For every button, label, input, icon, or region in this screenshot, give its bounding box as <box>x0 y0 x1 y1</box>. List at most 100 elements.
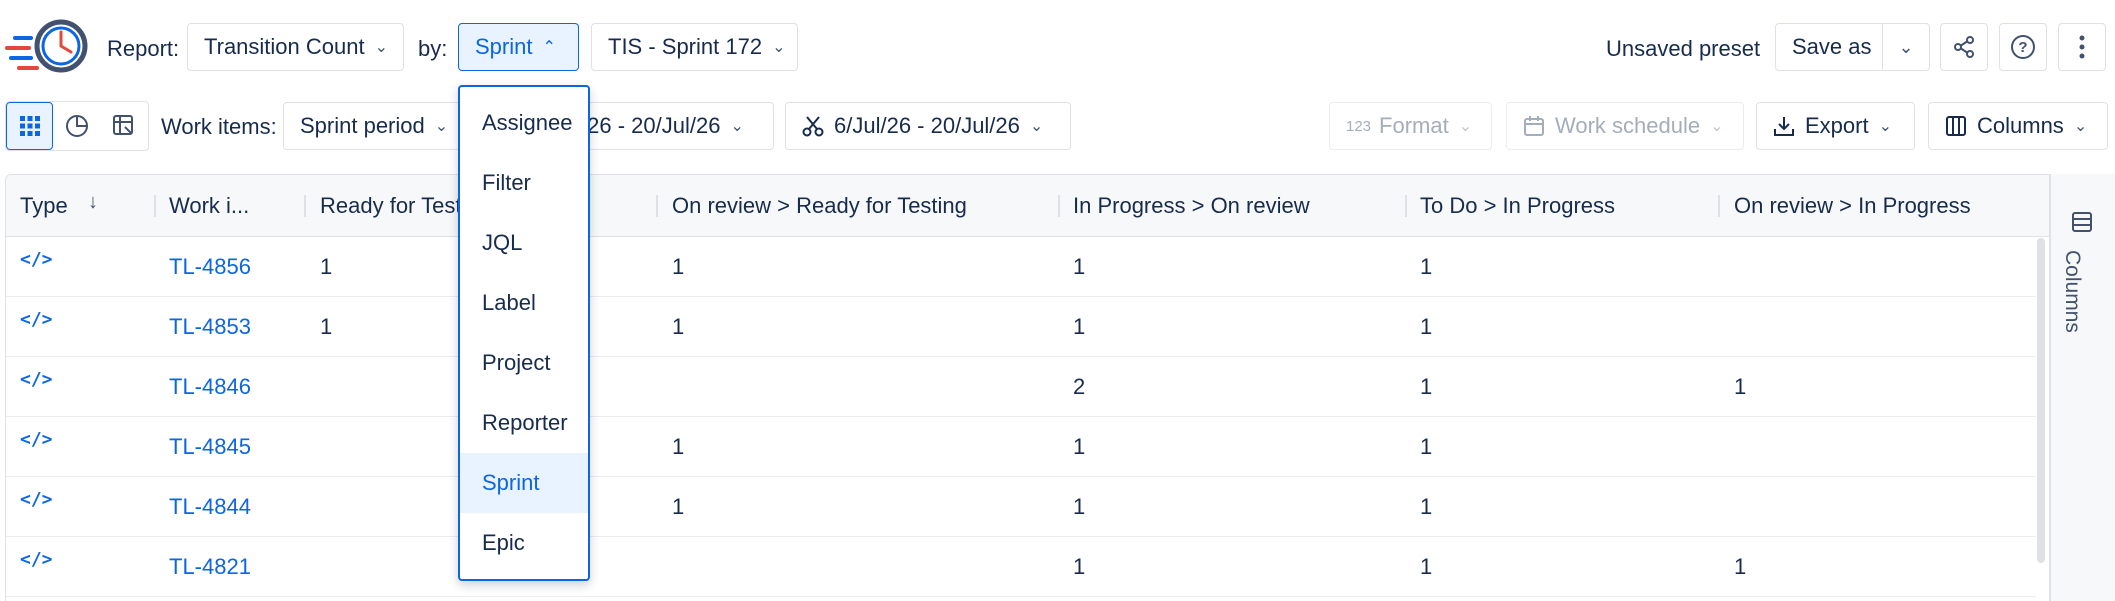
column-header-on-review-ready-for-testing[interactable]: On review > Ready for Testing <box>672 193 967 219</box>
export-button[interactable]: Export ⌄ <box>1756 102 1915 150</box>
scissors-icon <box>802 116 824 137</box>
work-schedule-button[interactable]: Work schedule ⌄ <box>1506 102 1744 150</box>
work-items-select[interactable]: Sprint period ⌄ <box>283 102 483 150</box>
vertical-scrollbar[interactable] <box>2037 238 2045 563</box>
table-cell: 1 <box>1734 374 1747 399</box>
column-resizer[interactable] <box>304 195 306 217</box>
save-options-button[interactable]: ⌄ <box>1882 23 1930 71</box>
chevron-down-icon: ⌄ <box>730 118 744 135</box>
group-by-dropdown-menu: Assignee Filter JQL Label Project Report… <box>458 85 590 581</box>
chevron-down-icon: ⌄ <box>1710 118 1724 135</box>
code-icon: </> <box>20 249 53 270</box>
unsaved-preset-label: Unsaved preset <box>1606 36 1761 61</box>
table-cell: 1 <box>672 434 685 459</box>
chevron-down-icon: ⌄ <box>374 39 389 56</box>
table-cell: 1 <box>1073 434 1086 459</box>
number-format-icon: 123 <box>1346 117 1372 135</box>
menu-item-label[interactable]: Label <box>460 273 588 333</box>
group-by-select-value: Sprint <box>475 34 533 59</box>
table-cell: 1 <box>1073 314 1086 339</box>
save-as-label: Save as <box>1792 34 1872 59</box>
table-row[interactable]: </> TL-4845 1 1 1 <box>6 417 2036 477</box>
column-header-work-item[interactable]: Work i... <box>169 193 249 219</box>
date-range-value: /26 - 20/Jul/26 <box>581 113 721 138</box>
menu-item-sprint[interactable]: Sprint <box>460 453 588 513</box>
chevron-down-icon: ⌄ <box>434 118 449 135</box>
more-vertical-icon <box>2079 35 2085 59</box>
download-icon <box>1774 117 1794 136</box>
chevron-down-icon: ⌄ <box>1898 36 1914 57</box>
column-header-on-review-in-progress[interactable]: On review > In Progress <box>1734 193 1971 219</box>
column-header-ready-for-testing[interactable]: Ready for Testi <box>320 193 466 219</box>
share-icon <box>1954 36 1974 58</box>
column-resizer[interactable] <box>1058 195 1060 217</box>
chevron-down-icon: ⌄ <box>1458 118 1473 135</box>
menu-item-jql[interactable]: JQL <box>460 213 588 273</box>
column-resizer[interactable] <box>1405 195 1407 217</box>
pivot-view-button[interactable] <box>101 102 148 150</box>
sort-descending-icon[interactable]: ↓ <box>88 191 98 214</box>
work-item-link[interactable]: TL-4844 <box>169 494 251 520</box>
report-select[interactable]: Transition Count ⌄ <box>187 23 404 71</box>
table-cell: 1 <box>1420 254 1433 279</box>
column-header-to-do-in-progress[interactable]: To Do > In Progress <box>1420 193 1615 219</box>
menu-item-project[interactable]: Project <box>460 333 588 393</box>
table-cell: 1 <box>672 494 685 519</box>
grid-view-button[interactable] <box>6 102 54 150</box>
help-button[interactable]: ? <box>1999 23 2047 71</box>
table-cell: 1 <box>1073 494 1086 519</box>
menu-item-reporter[interactable]: Reporter <box>460 393 588 453</box>
table-cell: 1 <box>672 254 685 279</box>
work-item-link[interactable]: TL-4853 <box>169 314 251 340</box>
sprint-select-value: TIS - Sprint 172 <box>608 34 763 59</box>
menu-item-filter[interactable]: Filter <box>460 153 588 213</box>
work-items-select-value: Sprint period <box>300 113 425 138</box>
table-row[interactable]: </> TL-4844 1 1 1 <box>6 477 2036 537</box>
table-cell: 2 <box>1073 374 1086 399</box>
sprint-period-select[interactable]: 6/Jul/26 - 20/Jul/26 ⌄ <box>785 102 1071 150</box>
table-row[interactable]: </> TL-4846 2 1 1 <box>6 357 2036 417</box>
sprint-select[interactable]: TIS - Sprint 172 ⌄ <box>591 23 798 71</box>
code-icon: </> <box>20 369 53 390</box>
app-logo <box>5 8 91 78</box>
export-label: Export <box>1805 113 1869 138</box>
table-row[interactable]: </> TL-4853 1 1 1 1 <box>6 297 2036 357</box>
columns-button[interactable]: Columns ⌄ <box>1928 102 2108 150</box>
save-as-button[interactable]: Save as <box>1775 23 1889 71</box>
chevron-up-icon: ⌃ <box>542 39 556 56</box>
work-items-label: Work items: <box>161 114 277 139</box>
columns-panel-label[interactable]: Columns <box>2060 250 2084 333</box>
format-button[interactable]: 123 Format ⌄ <box>1329 102 1492 150</box>
code-icon: </> <box>20 489 53 510</box>
table-row[interactable]: </> TL-4821 1 1 1 <box>6 537 2036 597</box>
chevron-down-icon: ⌄ <box>1029 118 1044 135</box>
column-header-type[interactable]: Type <box>20 193 68 219</box>
work-item-link[interactable]: TL-4821 <box>169 554 251 580</box>
menu-item-epic[interactable]: Epic <box>460 513 588 573</box>
column-resizer[interactable] <box>154 195 156 217</box>
columns-label: Columns <box>1977 113 2064 138</box>
columns-side-panel[interactable] <box>2050 174 2115 601</box>
menu-item-assignee[interactable]: Assignee <box>460 93 588 153</box>
group-by-select[interactable]: Sprint ⌃ <box>458 23 579 71</box>
code-icon: </> <box>20 309 53 330</box>
chart-view-button[interactable] <box>53 102 100 150</box>
column-resizer[interactable] <box>1718 195 1720 217</box>
work-item-link[interactable]: TL-4856 <box>169 254 251 280</box>
work-schedule-label: Work schedule <box>1555 113 1701 138</box>
work-item-link[interactable]: TL-4845 <box>169 434 251 460</box>
work-item-link[interactable]: TL-4846 <box>169 374 251 400</box>
sprint-period-value: 6/Jul/26 - 20/Jul/26 <box>834 113 1020 138</box>
chevron-down-icon: ⌄ <box>1878 118 1892 135</box>
table-cell: 1 <box>320 314 333 339</box>
column-resizer[interactable] <box>656 195 658 217</box>
column-header-in-progress-on-review[interactable]: In Progress > On review <box>1073 193 1310 219</box>
grid-icon <box>19 116 40 136</box>
table-row[interactable]: </> TL-4856 1 1 1 1 <box>6 237 2036 297</box>
more-options-button[interactable] <box>2058 23 2106 71</box>
date-range-select[interactable]: /26 - 20/Jul/26 ⌄ <box>560 102 774 150</box>
columns-icon <box>1946 116 1966 136</box>
code-icon: </> <box>20 549 53 570</box>
svg-text:?: ? <box>2018 39 2027 56</box>
share-button[interactable] <box>1940 23 1988 71</box>
